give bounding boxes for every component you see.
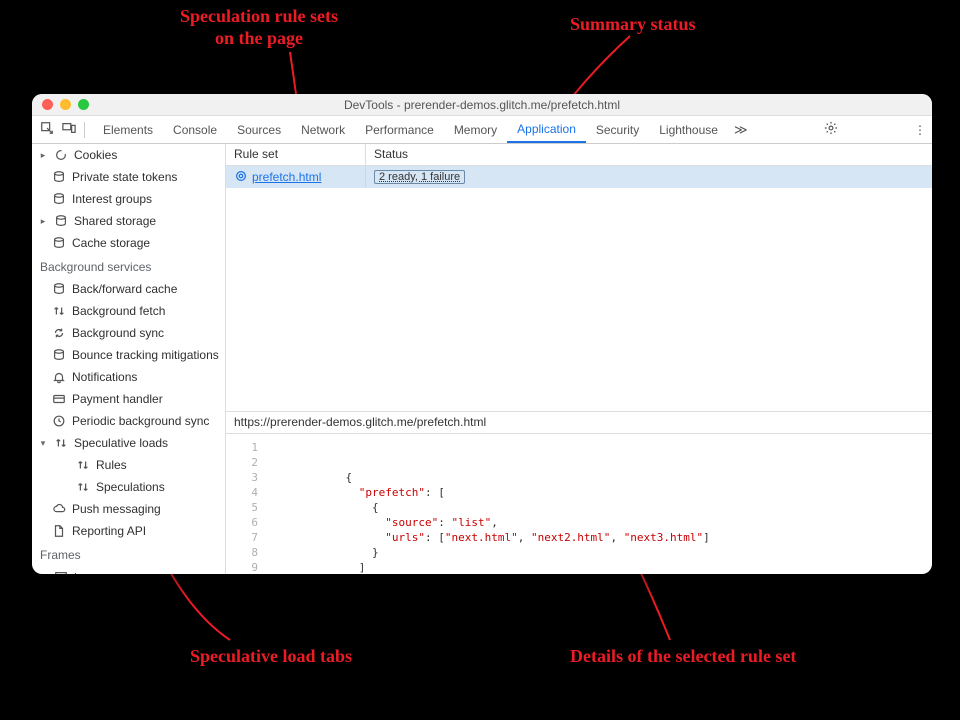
close-icon[interactable] — [42, 99, 53, 110]
annotation-rulesets: Speculation rule sets on the page — [180, 6, 338, 49]
sidebar-item-bg-fetch[interactable]: Background fetch — [32, 300, 225, 322]
status-chip[interactable]: 2 ready, 1 failure — [374, 170, 465, 184]
document-icon — [52, 524, 66, 538]
sidebar-item-interest-groups[interactable]: Interest groups — [32, 188, 225, 210]
sidebar-item-notifications[interactable]: Notifications — [32, 366, 225, 388]
sidebar-group-bg: Background services — [32, 254, 225, 278]
ring-icon — [234, 169, 248, 186]
sidebar-item-cache-storage[interactable]: Cache storage — [32, 232, 225, 254]
tab-security[interactable]: Security — [586, 116, 649, 143]
rules-table-header: Rule set Status — [226, 144, 932, 166]
sidebar-item-shared-storage[interactable]: ▸Shared storage — [32, 210, 225, 232]
titlebar: DevTools - prerender-demos.glitch.me/pre… — [32, 94, 932, 116]
sidebar-label: Cache storage — [72, 234, 150, 252]
rules-panel: Rule set Status prefetch.html 2 ready, 1… — [226, 144, 932, 574]
sidebar-label: Notifications — [72, 368, 137, 386]
sidebar-label: Push messaging — [72, 500, 161, 518]
col-ruleset[interactable]: Rule set — [226, 144, 366, 165]
col-status[interactable]: Status — [366, 144, 932, 165]
database-icon — [52, 192, 66, 206]
tab-lighthouse[interactable]: Lighthouse — [649, 116, 728, 143]
sidebar-item-reporting[interactable]: Reporting API — [32, 520, 225, 542]
sidebar-item-private-state[interactable]: Private state tokens — [32, 166, 225, 188]
sidebar-item-bg-sync[interactable]: Background sync — [32, 322, 225, 344]
sidebar-label: Periodic background sync — [72, 412, 209, 430]
annotation-tabs: Speculative load tabs — [190, 646, 352, 668]
sidebar-label: Payment handler — [72, 390, 163, 408]
tab-performance[interactable]: Performance — [355, 116, 444, 143]
sidebar-item-bounce[interactable]: Bounce tracking mitigations — [32, 344, 225, 366]
inspect-icon[interactable] — [40, 121, 54, 138]
sidebar-item-rules[interactable]: Rules — [32, 454, 225, 476]
sidebar-label: Cookies — [74, 146, 117, 164]
database-icon — [52, 348, 66, 362]
cloud-icon — [52, 502, 66, 516]
sync-icon — [52, 326, 66, 340]
sidebar-label: Back/forward cache — [72, 280, 177, 298]
minimize-icon[interactable] — [60, 99, 71, 110]
sidebar-item-top[interactable]: ▸top — [32, 566, 225, 574]
sidebar-label: top — [74, 568, 91, 574]
settings-icon[interactable] — [818, 121, 844, 138]
sidebar-label: Private state tokens — [72, 168, 177, 186]
annotation-summary: Summary status — [570, 14, 696, 36]
sidebar-item-push[interactable]: Push messaging — [32, 498, 225, 520]
sidebar-label: Shared storage — [74, 212, 156, 230]
card-icon — [52, 392, 66, 406]
updown-icon — [76, 458, 90, 472]
device-icon[interactable] — [62, 121, 76, 138]
maximize-icon[interactable] — [78, 99, 89, 110]
sidebar-group-frames: Frames — [32, 542, 225, 566]
sidebar-item-bf-cache[interactable]: Back/forward cache — [32, 278, 225, 300]
code-gutter: 123456789 — [226, 434, 266, 574]
ruleset-name: prefetch.html — [252, 170, 321, 184]
sidebar-label: Rules — [96, 456, 127, 474]
code-content[interactable]: { "prefetch": [ { "source": "list", "url… — [266, 434, 932, 574]
devtools-tabstrip: Elements Console Sources Network Perform… — [32, 116, 932, 144]
updown-icon — [52, 304, 66, 318]
devtools-window: DevTools - prerender-demos.glitch.me/pre… — [32, 94, 932, 574]
tab-console[interactable]: Console — [163, 116, 227, 143]
database-icon — [52, 282, 66, 296]
window-title: DevTools - prerender-demos.glitch.me/pre… — [32, 98, 932, 112]
sidebar-label: Background sync — [72, 324, 164, 342]
sidebar-item-speculations[interactable]: Speculations — [32, 476, 225, 498]
sidebar-item-speculative[interactable]: ▾Speculative loads — [32, 432, 225, 454]
sidebar-item-cookies[interactable]: ▸Cookies — [32, 144, 225, 166]
sidebar-label: Interest groups — [72, 190, 152, 208]
sidebar-label: Bounce tracking mitigations — [72, 346, 219, 364]
sidebar-label: Speculations — [96, 478, 165, 496]
database-icon — [52, 236, 66, 250]
updown-icon — [54, 436, 68, 450]
rules-table-row[interactable]: prefetch.html 2 ready, 1 failure — [226, 166, 932, 188]
application-sidebar: ▸Cookies Private state tokens Interest g… — [32, 144, 226, 574]
sidebar-label: Speculative loads — [74, 434, 168, 452]
sidebar-item-payment[interactable]: Payment handler — [32, 388, 225, 410]
annotation-details: Details of the selected rule set — [570, 646, 796, 668]
ruleset-url: https://prerender-demos.glitch.me/prefet… — [226, 412, 932, 434]
sidebar-label: Reporting API — [72, 522, 146, 540]
window-icon — [54, 570, 68, 574]
sidebar-label: Background fetch — [72, 302, 165, 320]
kebab-icon[interactable]: ⋮ — [908, 123, 932, 137]
clock-icon — [52, 414, 66, 428]
bell-icon — [52, 370, 66, 384]
database-icon — [52, 170, 66, 184]
database-icon — [54, 214, 68, 228]
updown-icon — [76, 480, 90, 494]
tab-sources[interactable]: Sources — [227, 116, 291, 143]
ruleset-code: 123456789 { "prefetch": [ { "source": "l… — [226, 434, 932, 574]
more-tabs-icon[interactable]: ≫ — [728, 122, 754, 138]
traffic-lights — [42, 99, 89, 110]
tab-elements[interactable]: Elements — [93, 116, 163, 143]
circle-arrow-icon — [54, 148, 68, 162]
sidebar-item-periodic[interactable]: Periodic background sync — [32, 410, 225, 432]
table-empty-area — [226, 188, 932, 412]
tab-application[interactable]: Application — [507, 116, 586, 143]
tab-memory[interactable]: Memory — [444, 116, 507, 143]
tab-network[interactable]: Network — [291, 116, 355, 143]
